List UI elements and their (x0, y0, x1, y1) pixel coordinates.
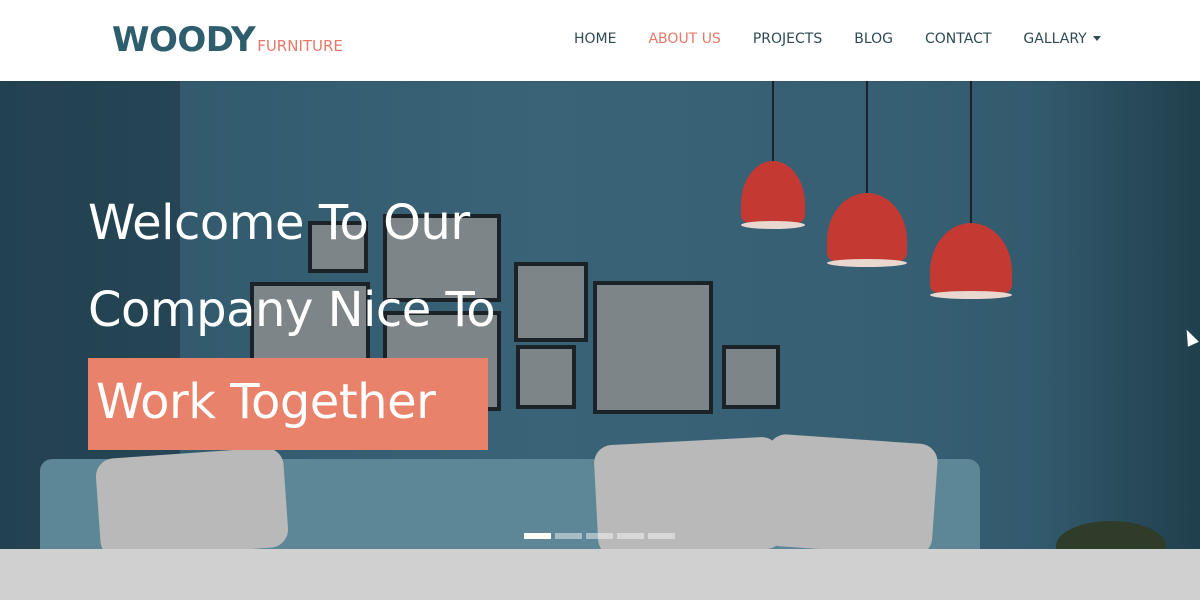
hero-wall-shadow-right (1040, 81, 1200, 549)
lamp-shade (930, 223, 1012, 293)
carousel-indicators (524, 533, 675, 539)
hero-headline-line-1: Welcome To Our (88, 195, 470, 251)
nav-item-contact[interactable]: CONTACT (925, 31, 991, 47)
nav-item-projects[interactable]: PROJECTS (753, 31, 822, 47)
lamp-rim (827, 259, 907, 267)
carousel-indicator-2[interactable] (555, 533, 582, 539)
picture-frame (593, 281, 713, 414)
lamp-cord (866, 81, 868, 201)
nav-item-gallary[interactable]: GALLARY (1023, 31, 1101, 47)
lamp-shade (741, 161, 805, 223)
carousel-indicator-3[interactable] (586, 533, 613, 539)
hero-headline-highlight: Work Together (96, 374, 436, 430)
hero-carousel: Welcome To Our Company Nice To Work Toge… (0, 81, 1200, 549)
pendant-lamp (930, 81, 1012, 299)
nav-item-gallary-label: GALLARY (1023, 31, 1087, 47)
logo-wordmark: WOODY (112, 20, 256, 60)
pendant-lamp (741, 81, 805, 229)
lamp-rim (741, 221, 805, 229)
logo-tagline: FURNITURE (257, 37, 343, 55)
carousel-indicator-5[interactable] (648, 533, 675, 539)
picture-frame (722, 345, 780, 409)
pillow (94, 446, 290, 549)
hero-headline-line-2: Company Nice To (88, 282, 496, 338)
pillow (761, 433, 939, 549)
caret-down-icon (1092, 35, 1101, 41)
site-header: WOODY FURNITURE HOME ABOUT US PROJECTS B… (0, 0, 1200, 81)
carousel-indicator-4[interactable] (617, 533, 644, 539)
main-nav: HOME ABOUT US PROJECTS BLOG CONTACT GALL… (574, 31, 1101, 47)
nav-item-about-us[interactable]: ABOUT US (648, 31, 720, 47)
nav-item-blog[interactable]: BLOG (854, 31, 893, 47)
pendant-lamp (827, 81, 907, 267)
lamp-cord (970, 81, 972, 231)
logo[interactable]: WOODY FURNITURE (112, 20, 343, 60)
lamp-rim (930, 291, 1012, 299)
lamp-cord (772, 81, 774, 171)
nav-item-home[interactable]: HOME (574, 31, 616, 47)
carousel-indicator-1[interactable] (524, 533, 551, 539)
picture-frame (514, 262, 588, 342)
lamp-shade (827, 193, 907, 261)
picture-frame (516, 345, 576, 409)
